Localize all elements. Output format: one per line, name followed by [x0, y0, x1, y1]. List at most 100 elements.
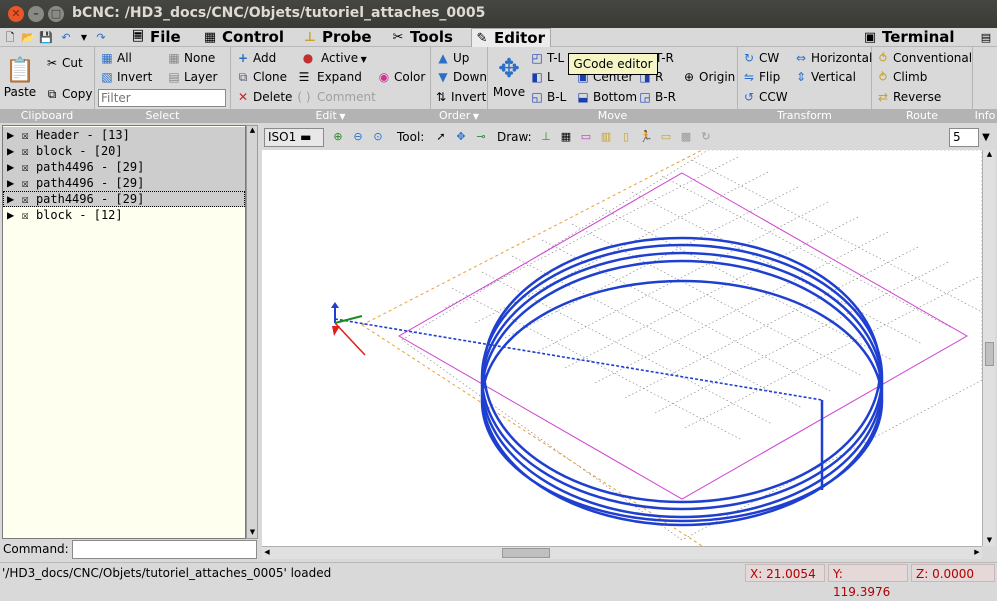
open-file-icon[interactable]: 📂: [21, 31, 35, 44]
order-down-button[interactable]: ▼ Down: [436, 69, 487, 87]
tab-editor[interactable]: ✎ Editor: [471, 28, 551, 47]
camera-icon[interactable]: ▩: [677, 128, 695, 146]
expand-arrow-icon[interactable]: ▶: [7, 192, 14, 206]
view-select[interactable]: ISO1 ▬: [264, 128, 324, 147]
vertical-scroll-thumb[interactable]: [985, 342, 994, 366]
tree-item[interactable]: ▶ ☒ block - [12]: [3, 207, 245, 223]
tree-item[interactable]: ▶ ☒ path4496 - [29]: [3, 175, 245, 191]
pan-icon[interactable]: ✥: [452, 128, 470, 146]
scroll-left-icon[interactable]: ◀: [262, 548, 272, 558]
close-icon[interactable]: ✕: [8, 6, 24, 22]
expand-arrow-icon[interactable]: ▶: [7, 144, 14, 158]
filter-input[interactable]: [98, 89, 226, 107]
delete-button[interactable]: ✕ Delete: [236, 89, 292, 107]
order-invert-button[interactable]: ⇅ Invert: [434, 89, 486, 107]
paths-icon[interactable]: ▭: [657, 128, 675, 146]
active-dropdown[interactable]: ● Active ▼: [301, 50, 367, 68]
gcode-canvas[interactable]: [262, 150, 982, 546]
maximize-icon[interactable]: □: [48, 6, 64, 22]
color-button[interactable]: ◉ Color: [377, 69, 426, 87]
canvas-horizontal-scrollbar[interactable]: ◀ ▶: [262, 546, 982, 559]
checkbox-icon[interactable]: ☒: [21, 128, 28, 142]
margins-icon[interactable]: ▭: [577, 128, 595, 146]
move-button[interactable]: ✥ Move: [491, 53, 527, 99]
save-icon[interactable]: 💾: [39, 31, 53, 44]
pointer-icon[interactable]: ➚: [432, 128, 450, 146]
mirror-horizontal-button[interactable]: ⇔ Horizontal: [794, 50, 872, 68]
flip-button[interactable]: ⇋ Flip: [742, 69, 780, 87]
undo-dropdown-icon[interactable]: ▼: [77, 31, 91, 44]
spinbox-input[interactable]: 5: [949, 128, 979, 147]
more-icon[interactable]: ▤: [978, 31, 994, 44]
gcode-tree[interactable]: ▶ ☒ Header - [13] ▶ ☒ block - [20] ▶ ☒ p…: [2, 125, 246, 539]
mirror-vertical-button[interactable]: ⇕ Vertical: [794, 69, 856, 87]
tree-scrollbar[interactable]: ▲ ▼: [246, 125, 258, 539]
move-bottom-button[interactable]: ⬓ Bottom: [576, 89, 637, 107]
redo-icon[interactable]: ↷: [94, 31, 108, 44]
minimize-icon[interactable]: –: [28, 6, 44, 22]
checkbox-icon[interactable]: ☒: [21, 160, 28, 174]
select-all-button[interactable]: ▦ All: [100, 50, 132, 68]
conventional-button[interactable]: ⥀ Conventional: [876, 50, 972, 68]
paste-button[interactable]: 📋 Paste: [3, 55, 37, 99]
comment-button[interactable]: ( ) Comment: [297, 89, 375, 107]
order-up-button[interactable]: ▲ Up: [436, 50, 469, 68]
checkbox-icon[interactable]: ☒: [21, 208, 28, 222]
order-group-label[interactable]: Order ▼: [431, 109, 487, 123]
cut-button[interactable]: ✂ Cut: [45, 55, 83, 73]
expand-arrow-icon[interactable]: ▶: [7, 176, 14, 190]
add-button[interactable]: + Add: [236, 50, 276, 68]
ruler-icon[interactable]: ⊸: [472, 128, 490, 146]
select-layer-button[interactable]: ▤ Layer: [167, 69, 217, 87]
reverse-button[interactable]: ⇄ Reverse: [876, 89, 941, 107]
move-l-button[interactable]: ◧ L: [530, 69, 553, 87]
scroll-up-icon[interactable]: ▲: [248, 126, 257, 136]
select-invert-button[interactable]: ▧ Invert: [100, 69, 152, 87]
expand-arrow-icon[interactable]: ▶: [7, 160, 14, 174]
command-input[interactable]: [72, 540, 257, 559]
rotate-ccw-button[interactable]: ↺ CCW: [742, 89, 788, 107]
scroll-right-icon[interactable]: ▶: [972, 548, 982, 558]
undo-icon[interactable]: ↶: [59, 31, 73, 44]
clone-button[interactable]: ⧉ Clone: [236, 69, 287, 87]
tab-control[interactable]: ▦ Control: [200, 28, 290, 47]
new-file-icon[interactable]: 🗋: [3, 31, 17, 44]
rotate-cw-button[interactable]: ↻ CW: [742, 50, 779, 68]
expand-arrow-icon[interactable]: ▶: [7, 128, 14, 142]
move-br-button[interactable]: ◲ B-R: [638, 89, 676, 107]
tab-file[interactable]: 🗏 File: [128, 28, 188, 47]
tree-item[interactable]: ▶ ☒ path4496 - [29]: [3, 159, 245, 175]
zoom-out-icon[interactable]: ⊖: [349, 128, 367, 146]
workarea-icon[interactable]: ▯: [617, 128, 635, 146]
checkbox-icon[interactable]: ☒: [21, 192, 28, 206]
edit-group-label[interactable]: Edit ▼: [231, 109, 430, 123]
tree-item[interactable]: ▶ ☒ path4496 - [29]: [3, 191, 245, 207]
expand-arrow-icon[interactable]: ▶: [7, 208, 14, 222]
move-tl-button[interactable]: ◰ T-L: [530, 50, 564, 68]
zoom-in-icon[interactable]: ⊕: [329, 128, 347, 146]
tab-tools[interactable]: ✂ Tools: [388, 28, 460, 47]
canvas-vertical-scrollbar[interactable]: ▲ ▼: [982, 150, 995, 546]
axes-icon[interactable]: ⊥: [537, 128, 555, 146]
probe-draw-icon[interactable]: ▥: [597, 128, 615, 146]
select-none-button[interactable]: ▦ None: [167, 50, 215, 68]
expand-button[interactable]: ☰ Expand: [297, 69, 362, 87]
grid-icon[interactable]: ▦: [557, 128, 575, 146]
redraw-icon[interactable]: ↻: [697, 128, 715, 146]
climb-button[interactable]: ⥁ Climb: [876, 69, 927, 87]
move-bl-button[interactable]: ◱ B-L: [530, 89, 566, 107]
tab-terminal[interactable]: ▣ Terminal: [860, 28, 960, 47]
checkbox-icon[interactable]: ☒: [21, 144, 28, 158]
zoom-fit-icon[interactable]: ⊙: [369, 128, 387, 146]
horizontal-scroll-thumb[interactable]: [502, 548, 550, 558]
scroll-down-icon[interactable]: ▼: [248, 528, 257, 538]
tree-item[interactable]: ▶ ☒ block - [20]: [3, 143, 245, 159]
checkbox-icon[interactable]: ☒: [21, 176, 28, 190]
tree-item[interactable]: ▶ ☒ Header - [13]: [3, 127, 245, 143]
spin-down-icon[interactable]: ▼: [979, 128, 993, 147]
copy-button[interactable]: ⧉ Copy: [45, 86, 93, 104]
scroll-down-icon[interactable]: ▼: [985, 536, 994, 546]
scroll-up-icon[interactable]: ▲: [985, 150, 994, 160]
rapid-moves-icon[interactable]: 🏃: [637, 128, 655, 146]
tab-probe[interactable]: ⊥ Probe: [300, 28, 375, 47]
